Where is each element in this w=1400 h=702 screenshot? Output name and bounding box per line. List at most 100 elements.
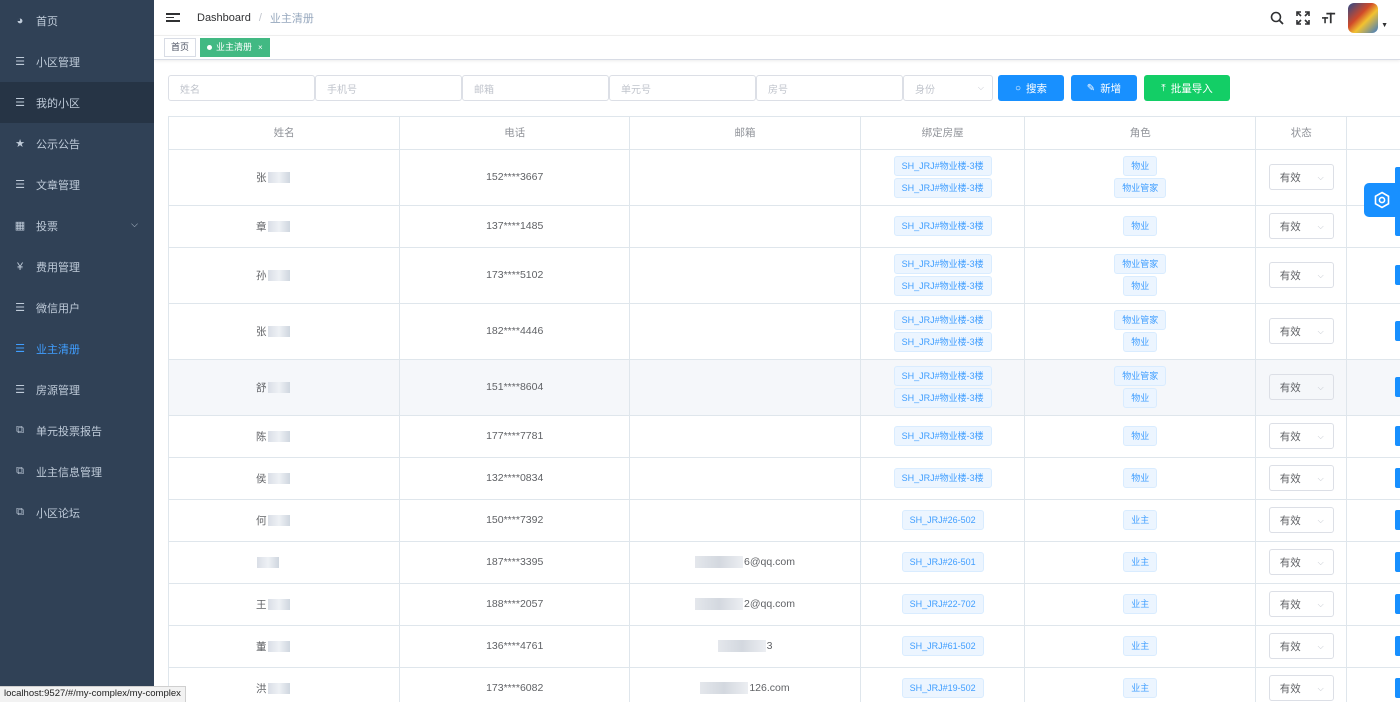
edit-button[interactable]: 编辑 [1395, 321, 1400, 341]
name-cell: 洪 [169, 667, 401, 702]
status-select[interactable]: 有效 ⌵ [1268, 549, 1334, 575]
sidebar-item-3[interactable]: ★ 公示公告 [0, 123, 154, 164]
status-select[interactable]: 有效 ⌵ [1268, 633, 1334, 659]
edit-button[interactable]: 编辑 [1395, 377, 1400, 397]
owner-name: 张 [256, 325, 267, 338]
breadcrumb-root[interactable]: Dashboard [197, 12, 251, 24]
status-cell: 有效 ⌵ [1255, 415, 1348, 458]
email-cell: 6@qq.com [629, 541, 861, 584]
active-dot-icon [207, 45, 213, 50]
role-tag: 物业管家 [1114, 366, 1167, 386]
edit-button[interactable]: 编辑 [1395, 265, 1400, 285]
search-icon: ○ [1014, 82, 1022, 94]
ops-cell: 编辑删除 [1346, 457, 1400, 500]
settings-gear-icon[interactable] [1364, 183, 1400, 217]
roles-cell: 物业管家 物业 [1024, 303, 1257, 360]
sidebar-item-11[interactable]: ⧉ 业主信息管理 [0, 451, 154, 492]
status-select[interactable]: 有效 ⌵ [1268, 507, 1334, 533]
table-row: 王 188****2057 2@qq.com SH_JRJ#22-702 业主 有效 ⌵ 编辑… [169, 583, 1400, 626]
email-cell: 2@qq.com [629, 583, 861, 626]
status-select[interactable]: 有效 ⌵ [1268, 213, 1334, 239]
roles-cell: 物业 物业管家 [1024, 149, 1257, 206]
identity-select[interactable]: 身份 ⌵ [903, 75, 993, 101]
sidebar-item-label: 公示公告 [36, 138, 80, 151]
sidebar-item-6[interactable]: ¥ 费用管理 [0, 246, 154, 287]
list-icon: ☰ [15, 384, 25, 396]
ops-cell: 编辑删除 [1346, 359, 1400, 416]
room-input[interactable]: 房号 [756, 75, 903, 101]
role-tag: 物业 [1123, 468, 1158, 488]
email-input[interactable]: 邮箱 [462, 75, 609, 101]
status-value: 有效 [1279, 682, 1301, 695]
house-tag: SH_JRJ#19-502 [901, 678, 984, 698]
sidebar-item-2[interactable]: ☰ 我的小区 [0, 82, 154, 123]
house-tag: SH_JRJ#物业楼-3楼 [893, 468, 992, 488]
fullscreen-icon[interactable] [1296, 11, 1310, 25]
status-select[interactable]: 有效 ⌵ [1268, 262, 1334, 288]
sidebar-item-4[interactable]: ☰ 文章管理 [0, 164, 154, 205]
email-cell: 3 [629, 625, 861, 668]
user-avatar[interactable] [1348, 3, 1379, 33]
email-cell [629, 247, 861, 304]
sidebar-item-10[interactable]: ⧉ 单元投票报告 [0, 410, 154, 451]
ops-cell: 编辑删除 [1346, 303, 1400, 360]
tag-current[interactable]: 业主清册 × [200, 38, 270, 57]
name-cell: 何 [169, 499, 401, 542]
font-size-icon[interactable] [1322, 11, 1336, 25]
close-icon[interactable]: × [258, 39, 263, 56]
batch-import-button[interactable]: ⤒ 批量导入 [1144, 75, 1230, 101]
sidebar-item-5[interactable]: ▦ 投票 ⌵ [0, 205, 154, 246]
sidebar-item-12[interactable]: ⧉ 小区论坛 [0, 492, 154, 533]
tag-home-label: 首页 [171, 42, 190, 52]
status-select[interactable]: 有效 ⌵ [1268, 164, 1334, 190]
sidebar-item-7[interactable]: ☰ 微信用户 [0, 287, 154, 328]
status-select[interactable]: 有效 ⌵ [1268, 374, 1334, 400]
sidebar-item-1[interactable]: ☰ 小区管理 [0, 41, 154, 82]
status-select[interactable]: 有效 ⌵ [1268, 465, 1334, 491]
edit-button[interactable]: 编辑 [1395, 594, 1400, 614]
owner-email: 126.com [749, 681, 790, 694]
role-tag: 物业 [1123, 332, 1158, 352]
search-icon[interactable] [1270, 11, 1284, 25]
phone-cell: 173****5102 [399, 247, 631, 304]
edit-button[interactable]: 编辑 [1395, 468, 1400, 488]
unit-input[interactable]: 单元号 [609, 75, 756, 101]
edit-button[interactable]: 编辑 [1395, 510, 1400, 530]
sidebar-item-0[interactable]: ◕ 首页 [0, 0, 154, 41]
sidebar-item-label: 小区管理 [36, 56, 80, 69]
sidebar-item-9[interactable]: ☰ 房源管理 [0, 369, 154, 410]
chevron-down-icon: ⌵ [1317, 383, 1324, 392]
edit-button[interactable]: 编辑 [1395, 426, 1400, 446]
email-cell [629, 205, 861, 248]
list-icon: ☰ [15, 97, 25, 109]
name-cell: 王 [169, 583, 401, 626]
phone-cell: 150****7392 [399, 499, 631, 542]
status-select[interactable]: 有效 ⌵ [1268, 591, 1334, 617]
name-input[interactable]: 姓名 [168, 75, 315, 101]
status-cell: 有效 ⌵ [1255, 499, 1348, 542]
sidebar-item-label: 业主清册 [36, 343, 80, 356]
phone-input[interactable]: 手机号 [315, 75, 462, 101]
add-button[interactable]: ✎ 新增 [1071, 75, 1137, 101]
edit-button[interactable]: 编辑 [1395, 216, 1400, 236]
email-cell [629, 415, 861, 458]
status-select[interactable]: 有效 ⌵ [1268, 675, 1334, 701]
tag-home[interactable]: 首页 [164, 38, 197, 57]
edit-button[interactable]: 编辑 [1395, 678, 1400, 698]
search-button[interactable]: ○ 搜索 [998, 75, 1064, 101]
redacted-mask [267, 515, 290, 527]
status-value: 有效 [1279, 381, 1301, 394]
edit-button[interactable]: 编辑 [1395, 552, 1400, 572]
caret-down-icon[interactable]: ▼ [1381, 22, 1388, 29]
status-value: 有效 [1279, 472, 1301, 485]
sidebar-item-8[interactable]: ☰ 业主清册 [0, 328, 154, 369]
phone-cell: 152****3667 [399, 149, 631, 206]
status-select[interactable]: 有效 ⌵ [1268, 318, 1334, 344]
name-placeholder: 姓名 [180, 84, 200, 96]
edit-button[interactable]: 编辑 [1395, 636, 1400, 656]
owner-name: 舒 [256, 381, 267, 394]
edit-icon: ✎ [1086, 82, 1096, 94]
hamburger-icon[interactable] [166, 13, 180, 22]
add-button-label: 新增 [1100, 82, 1122, 95]
status-select[interactable]: 有效 ⌵ [1268, 423, 1334, 449]
